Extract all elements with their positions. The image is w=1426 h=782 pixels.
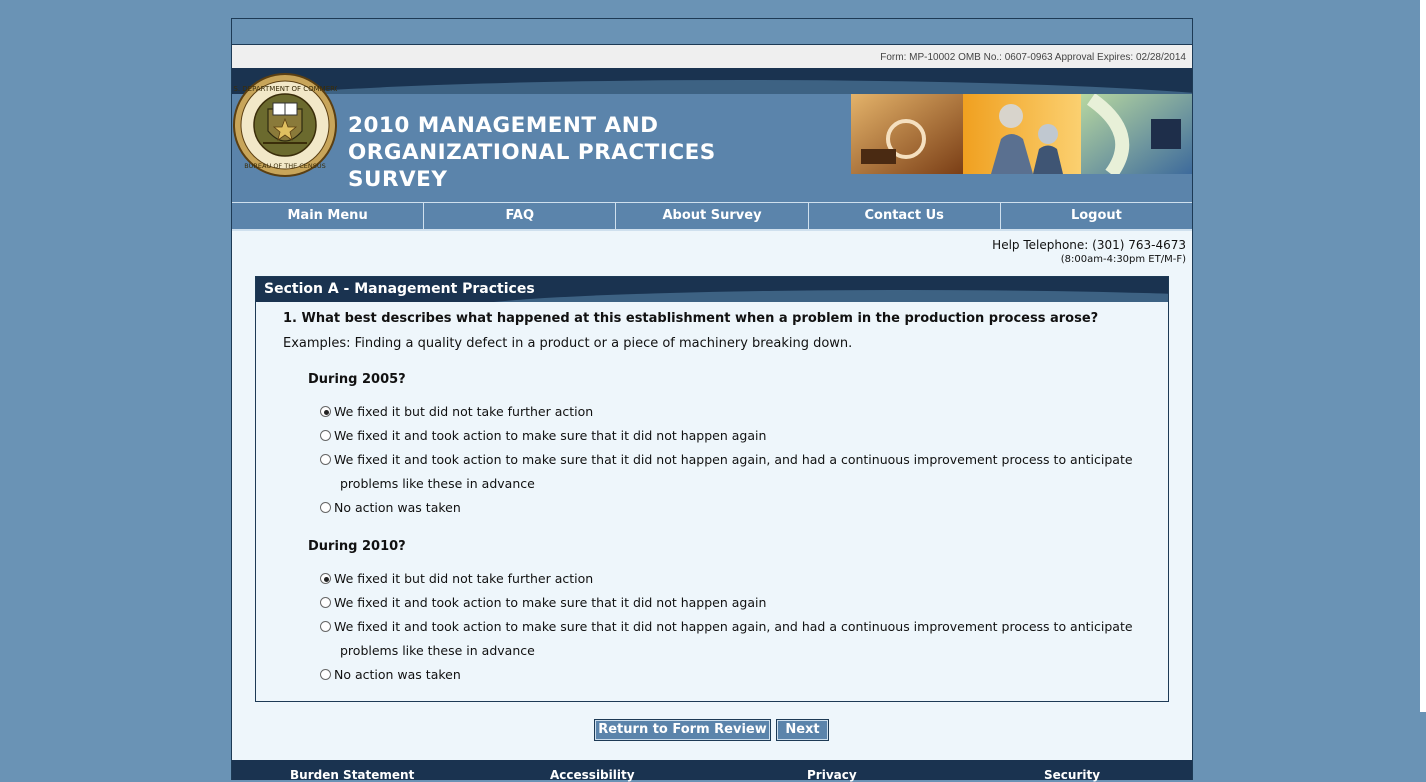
option-2005-3[interactable]: We fixed it and took action to make sure… bbox=[320, 448, 1140, 496]
top-strip bbox=[232, 19, 1192, 45]
svg-text:BUREAU OF THE CENSUS: BUREAU OF THE CENSUS bbox=[244, 162, 326, 170]
radio-button[interactable] bbox=[320, 454, 331, 465]
header-band bbox=[232, 68, 1192, 94]
option-2010-1[interactable]: We fixed it but did not take further act… bbox=[320, 567, 1140, 591]
form-info: Form: MP-10002 OMB No.: 0607-0963 Approv… bbox=[232, 45, 1192, 68]
radio-button-selected[interactable] bbox=[320, 406, 331, 417]
section-title: Section A - Management Practices bbox=[264, 281, 535, 297]
help-hours: (8:00am-4:30pm ET/M-F) bbox=[1060, 254, 1186, 265]
option-2010-3[interactable]: We fixed it and took action to make sure… bbox=[320, 615, 1140, 663]
footer-security[interactable]: Security bbox=[1044, 768, 1100, 782]
nav-logout[interactable]: Logout bbox=[1001, 203, 1192, 229]
radio-button[interactable] bbox=[320, 430, 331, 441]
radio-button[interactable] bbox=[320, 669, 331, 680]
nav-main-menu[interactable]: Main Menu bbox=[232, 203, 425, 229]
scrollbar[interactable] bbox=[1420, 0, 1426, 712]
help-telephone: Help Telephone: (301) 763-4673 bbox=[992, 238, 1186, 252]
option-2005-4[interactable]: No action was taken bbox=[320, 496, 1140, 520]
survey-title-line1: 2010 MANAGEMENT AND bbox=[348, 113, 659, 138]
footer-accessibility[interactable]: Accessibility bbox=[550, 768, 635, 782]
next-button[interactable]: Next bbox=[776, 719, 829, 741]
header: U.S. DEPARTMENT OF COMMERCE BUREAU OF TH… bbox=[232, 73, 1192, 202]
question-examples: Examples: Finding a quality defect in a … bbox=[283, 336, 853, 351]
radio-button[interactable] bbox=[320, 502, 331, 513]
radio-button[interactable] bbox=[320, 597, 331, 608]
period-label-2010: During 2010? bbox=[308, 539, 406, 554]
footer-privacy[interactable]: Privacy bbox=[807, 768, 857, 782]
option-2005-2[interactable]: We fixed it and took action to make sure… bbox=[320, 424, 1140, 448]
question-text: 1. What best describes what happened at … bbox=[283, 311, 1099, 326]
return-to-form-review-button[interactable]: Return to Form Review bbox=[594, 719, 771, 741]
help-info: Help Telephone: (301) 763-4673 (8:00am-4… bbox=[992, 238, 1186, 266]
nav-contact-us[interactable]: Contact Us bbox=[809, 203, 1001, 229]
period-label-2005: During 2005? bbox=[308, 372, 406, 387]
census-seal-logo: U.S. DEPARTMENT OF COMMERCE BUREAU OF TH… bbox=[233, 73, 337, 177]
option-2010-4[interactable]: No action was taken bbox=[320, 663, 1140, 687]
survey-title-line2: ORGANIZATIONAL PRACTICES bbox=[348, 140, 716, 165]
footer-burden-statement[interactable]: Burden Statement bbox=[290, 768, 414, 782]
option-2010-2[interactable]: We fixed it and took action to make sure… bbox=[320, 591, 1140, 615]
option-2005-1[interactable]: We fixed it but did not take further act… bbox=[320, 400, 1140, 424]
nav-about-survey[interactable]: About Survey bbox=[616, 203, 809, 229]
main-nav: Main Menu FAQ About Survey Contact Us Lo… bbox=[232, 202, 1192, 231]
svg-text:U.S. DEPARTMENT OF COMMERCE: U.S. DEPARTMENT OF COMMERCE bbox=[233, 85, 337, 93]
section-header: Section A - Management Practices bbox=[256, 277, 1168, 302]
survey-page: Form: MP-10002 OMB No.: 0607-0963 Approv… bbox=[231, 18, 1193, 782]
section-a: Section A - Management Practices 1. What… bbox=[255, 276, 1169, 702]
header-photo-collage bbox=[851, 94, 1192, 174]
radio-button-selected[interactable] bbox=[320, 573, 331, 584]
survey-title-line3: SURVEY bbox=[348, 167, 448, 192]
nav-faq[interactable]: FAQ bbox=[424, 203, 617, 229]
survey-title: 2010 MANAGEMENT AND ORGANIZATIONAL PRACT… bbox=[348, 112, 818, 193]
footer: Burden Statement Accessibility Privacy S… bbox=[232, 760, 1192, 782]
radio-button[interactable] bbox=[320, 621, 331, 632]
